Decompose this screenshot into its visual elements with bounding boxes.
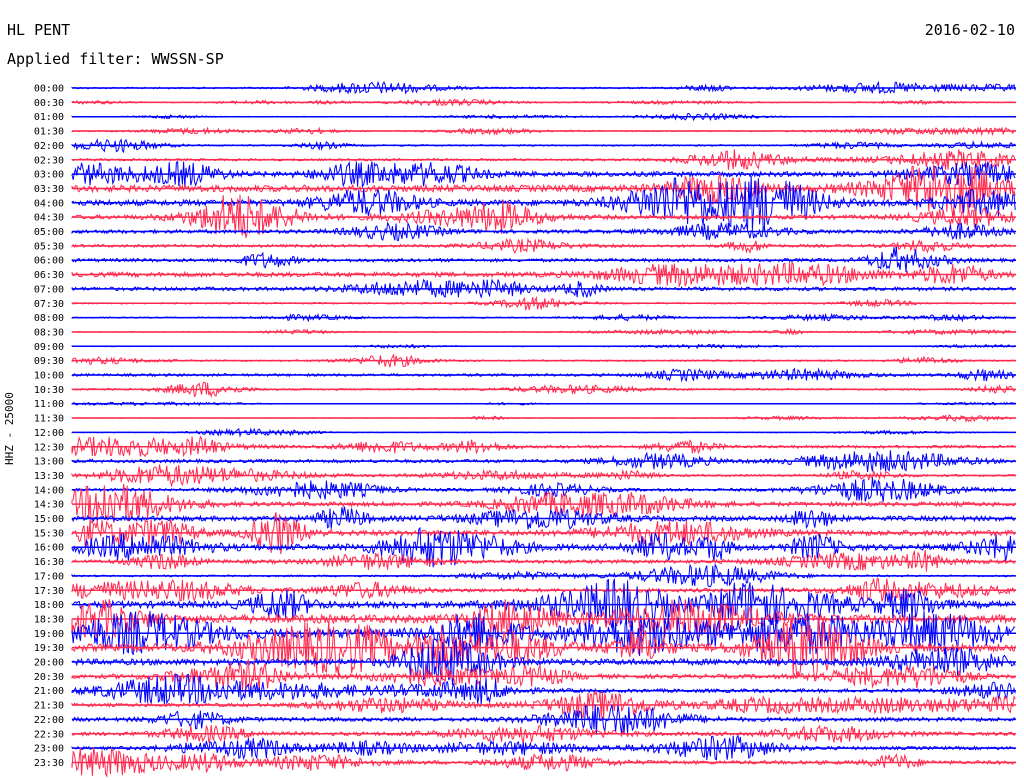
time-tick-label: 10:30	[34, 385, 64, 396]
time-tick-label: 07:30	[34, 299, 64, 310]
time-tick-label: 16:00	[34, 543, 64, 554]
trace-line	[71, 164, 1016, 218]
time-tick-label: 11:00	[34, 399, 64, 410]
time-tick-label: 10:00	[34, 371, 64, 382]
time-tick-label: 13:30	[34, 471, 64, 482]
time-tick-label: 00:00	[34, 84, 64, 95]
time-tick-label: 22:00	[34, 715, 64, 726]
time-tick-label: 02:30	[34, 155, 64, 166]
time-tick-label: 05:00	[34, 227, 64, 238]
time-tick-label: 12:30	[34, 442, 64, 453]
time-tick-label: 18:30	[34, 614, 64, 625]
time-tick-label: 18:00	[34, 600, 64, 611]
time-tick-label: 08:30	[34, 327, 64, 338]
time-tick-label: 03:30	[34, 184, 64, 195]
time-tick-label: 03:00	[34, 170, 64, 181]
time-tick-label: 06:30	[34, 270, 64, 281]
time-tick-label: 04:30	[34, 213, 64, 224]
time-tick-label: 17:00	[34, 571, 64, 582]
time-tick-label: 14:00	[34, 485, 64, 496]
time-tick-label: 23:30	[34, 758, 64, 769]
time-tick-label: 04:00	[34, 198, 64, 209]
time-tick-label: 00:30	[34, 98, 64, 109]
time-tick-label: 11:30	[34, 414, 64, 425]
time-tick-label: 07:00	[34, 284, 64, 295]
time-tick-label: 08:00	[34, 313, 64, 324]
tick-label-group: 00:00 00:30 01:00 01:30 02:00 02:30 03:00 03:30…	[34, 84, 64, 769]
time-tick-label: 05:30	[34, 241, 64, 252]
time-tick-label: 21:30	[34, 701, 64, 712]
time-tick-label: 19:00	[34, 629, 64, 640]
time-tick-label: 19:30	[34, 643, 64, 654]
time-tick-label: 15:00	[34, 514, 64, 525]
time-tick-label: 01:00	[34, 112, 64, 123]
time-tick-label: 20:30	[34, 672, 64, 683]
time-tick-label: 20:00	[34, 658, 64, 669]
time-tick-label: 22:30	[34, 729, 64, 740]
time-tick-label: 21:00	[34, 686, 64, 697]
time-tick-label: 17:30	[34, 586, 64, 597]
time-tick-label: 12:00	[34, 428, 64, 439]
time-tick-label: 16:30	[34, 557, 64, 568]
time-tick-label: 15:30	[34, 528, 64, 539]
helicorder-plot: 00:00 00:30 01:00 01:30 02:00 02:30 03:00 03:30…	[34, 80, 1016, 778]
time-tick-label: 09:30	[34, 356, 64, 367]
time-tick-label: 23:00	[34, 744, 64, 755]
time-tick-label: 13:00	[34, 457, 64, 468]
time-tick-label: 01:30	[34, 127, 64, 138]
trace-group	[71, 80, 1016, 778]
time-tick-label: 14:30	[34, 500, 64, 511]
time-tick-label: 09:00	[34, 342, 64, 353]
time-tick-label: 06:00	[34, 256, 64, 267]
time-tick-label: 02:00	[34, 141, 64, 152]
trace-line	[71, 747, 1016, 778]
